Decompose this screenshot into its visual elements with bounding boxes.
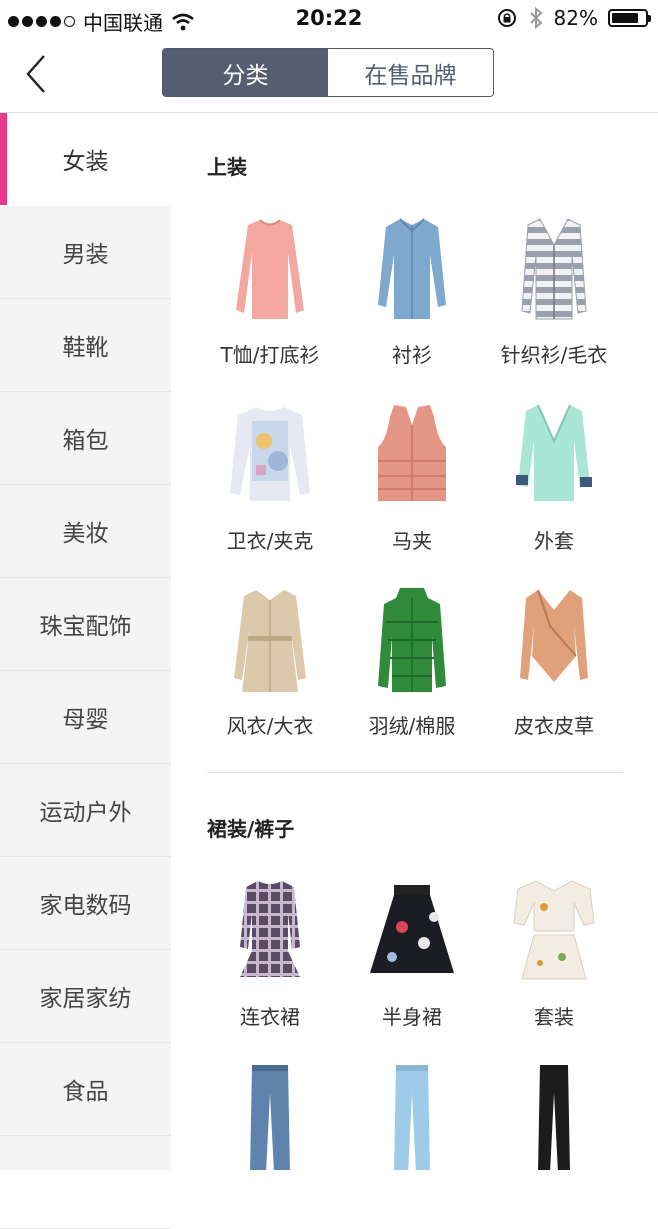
sidebar-item-more[interactable] (0, 1136, 171, 1229)
jacket-image (516, 404, 592, 501)
category-tile[interactable]: 羽绒/棉服 (341, 586, 483, 739)
tile-label: 衬衫 (392, 343, 432, 367)
tile-label: 套装 (534, 1005, 574, 1029)
down-jacket-image (378, 588, 446, 692)
category-tile[interactable]: 连衣裙 (199, 877, 341, 1030)
suit-set-image (513, 880, 595, 980)
trench-coat-image (234, 590, 306, 692)
category-tile[interactable]: 风衣/大衣 (199, 586, 341, 739)
sidebar-item-beauty[interactable]: 美妆 (0, 485, 171, 578)
category-tile[interactable]: 套装 (483, 877, 625, 1030)
category-tile[interactable]: 衬衫 (341, 215, 483, 368)
section-title: 裙装/裤子 (207, 817, 295, 841)
sidebar-item-bags[interactable]: 箱包 (0, 392, 171, 485)
sidebar-item-food[interactable]: 食品 (0, 1043, 171, 1136)
category-sidebar: 女装 男装 鞋靴 箱包 美妆 珠宝配饰 母婴 运动户外 家电数码 家居家纺 食品 (0, 113, 171, 1229)
tile-label: 连衣裙 (240, 1005, 300, 1029)
sweatshirt-image (230, 407, 310, 501)
back-icon[interactable] (20, 54, 60, 94)
jeans-image (250, 1065, 290, 1170)
light-jeans-image (394, 1065, 430, 1170)
sidebar-item-home[interactable]: 家居家纺 (0, 950, 171, 1043)
section-divider (207, 772, 623, 773)
dress-image (240, 881, 300, 977)
tile-label: 针织衫/毛衣 (500, 343, 608, 367)
category-tile[interactable] (199, 1063, 341, 1170)
category-tile[interactable] (341, 1063, 483, 1170)
category-content: 上装 T恤/打底衫 衬衫 针织衫/毛衣 卫衣/夹克 马夹 外套 风衣/大衣 羽绒… (171, 113, 658, 1170)
segmented-control: 分类 在售品牌 (162, 48, 494, 97)
leather-jacket-image (520, 589, 588, 682)
category-tile[interactable]: 针织衫/毛衣 (483, 215, 625, 368)
category-tile[interactable]: 半身裙 (341, 877, 483, 1030)
bluetooth-icon (529, 6, 543, 30)
battery-percent: 82% (553, 6, 598, 30)
sidebar-item-jewelry[interactable]: 珠宝配饰 (0, 578, 171, 671)
nav-bar: 分类 在售品牌 (0, 38, 658, 113)
tile-label: 半身裙 (382, 1005, 442, 1029)
black-pants-image (538, 1065, 570, 1170)
category-tile[interactable]: 卫衣/夹克 (199, 401, 341, 554)
shirt-image (378, 218, 446, 319)
category-tile[interactable]: 外套 (483, 401, 625, 554)
cardigan-image (521, 218, 587, 320)
rotation-lock-icon (497, 9, 516, 27)
category-tile[interactable] (483, 1063, 625, 1170)
category-tile[interactable]: 马夹 (341, 401, 483, 554)
long-sleeve-top-image (236, 219, 304, 319)
vest-image (378, 405, 446, 501)
tab-brands[interactable]: 在售品牌 (328, 49, 493, 96)
category-tile[interactable]: 皮衣皮草 (483, 586, 625, 739)
sidebar-item-sports[interactable]: 运动户外 (0, 764, 171, 857)
tile-label: T恤/打底衫 (220, 343, 320, 367)
sidebar-item-electronics[interactable]: 家电数码 (0, 857, 171, 950)
tile-label: 卫衣/夹克 (226, 529, 314, 553)
battery-icon (608, 9, 651, 27)
sidebar-item-women[interactable]: 女装 (0, 113, 171, 206)
sidebar-item-baby[interactable]: 母婴 (0, 671, 171, 764)
category-tile[interactable]: T恤/打底衫 (199, 215, 341, 368)
tile-label: 皮衣皮草 (514, 714, 594, 738)
tile-label: 羽绒/棉服 (368, 714, 456, 738)
tile-label: 外套 (534, 529, 574, 553)
tile-label: 马夹 (392, 529, 432, 553)
section-title: 上装 (207, 155, 247, 179)
status-bar: 中国联通 20:22 82% (0, 0, 658, 38)
sidebar-item-men[interactable]: 男装 (0, 206, 171, 299)
skirt-image (370, 885, 454, 973)
tile-label: 风衣/大衣 (226, 714, 314, 738)
tab-category[interactable]: 分类 (163, 49, 328, 96)
sidebar-item-shoes[interactable]: 鞋靴 (0, 299, 171, 392)
